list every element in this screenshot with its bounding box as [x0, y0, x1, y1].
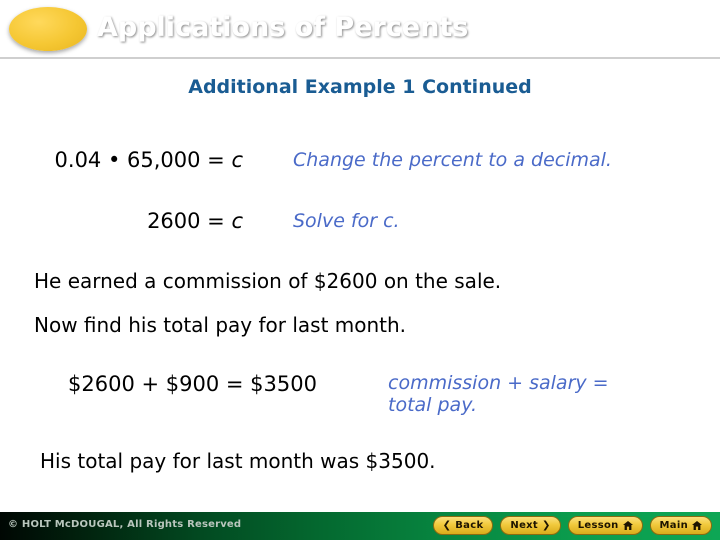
sum-equation: $2600 + $900 = $3500 — [68, 372, 317, 396]
footer-bar: © HOLT McDOUGAL, All Rights Reserved ❮ B… — [0, 512, 720, 540]
home-icon — [692, 521, 702, 530]
equation-1: 0.04 • 65,000 = c — [0, 148, 243, 172]
equation-2: 2600 = c — [0, 209, 243, 233]
conclusion-statement: His total pay for last month was $3500. — [40, 449, 436, 473]
slide-subtitle: Additional Example 1 Continued — [188, 76, 532, 98]
lesson-button-label: Lesson — [577, 520, 619, 531]
header-ellipse-decoration — [9, 7, 87, 51]
equation-1-variable: c — [231, 148, 243, 172]
equation-2-expression: 2600 = — [147, 209, 232, 233]
statement-commission: He earned a commission of $2600 on the s… — [34, 269, 502, 293]
equation-2-variable: c — [231, 209, 243, 233]
header-bar: Applications of Percents — [0, 0, 720, 57]
header-divider — [0, 57, 720, 59]
page-title: Applications of Percents — [97, 12, 469, 43]
main-button-label: Main — [659, 520, 688, 531]
copyright-text: © HOLT McDOUGAL, All Rights Reserved — [8, 519, 242, 530]
statement-find-total-pay: Now find his total pay for last month. — [34, 313, 407, 337]
back-button-label: Back — [455, 520, 484, 531]
equation-1-note: Change the percent to a decimal. — [293, 149, 612, 171]
back-button[interactable]: ❮ Back — [432, 516, 494, 535]
chevron-left-icon: ❮ — [442, 519, 452, 531]
next-button[interactable]: Next ❯ — [500, 516, 561, 535]
navigation-buttons: ❮ Back Next ❯ Lesson Main — [432, 516, 712, 535]
main-button[interactable]: Main — [649, 516, 712, 535]
sum-note: commission + salary = total pay. — [388, 372, 688, 417]
next-button-label: Next — [510, 520, 538, 531]
sum-note-line-1: commission + salary = — [388, 372, 609, 394]
equation-1-expression: 0.04 • 65,000 = — [54, 148, 232, 172]
sum-note-line-2: total pay. — [388, 393, 477, 416]
equation-2-note: Solve for c. — [293, 210, 400, 232]
chevron-right-icon: ❯ — [542, 519, 551, 531]
home-icon — [622, 521, 633, 530]
lesson-button[interactable]: Lesson — [567, 516, 643, 535]
